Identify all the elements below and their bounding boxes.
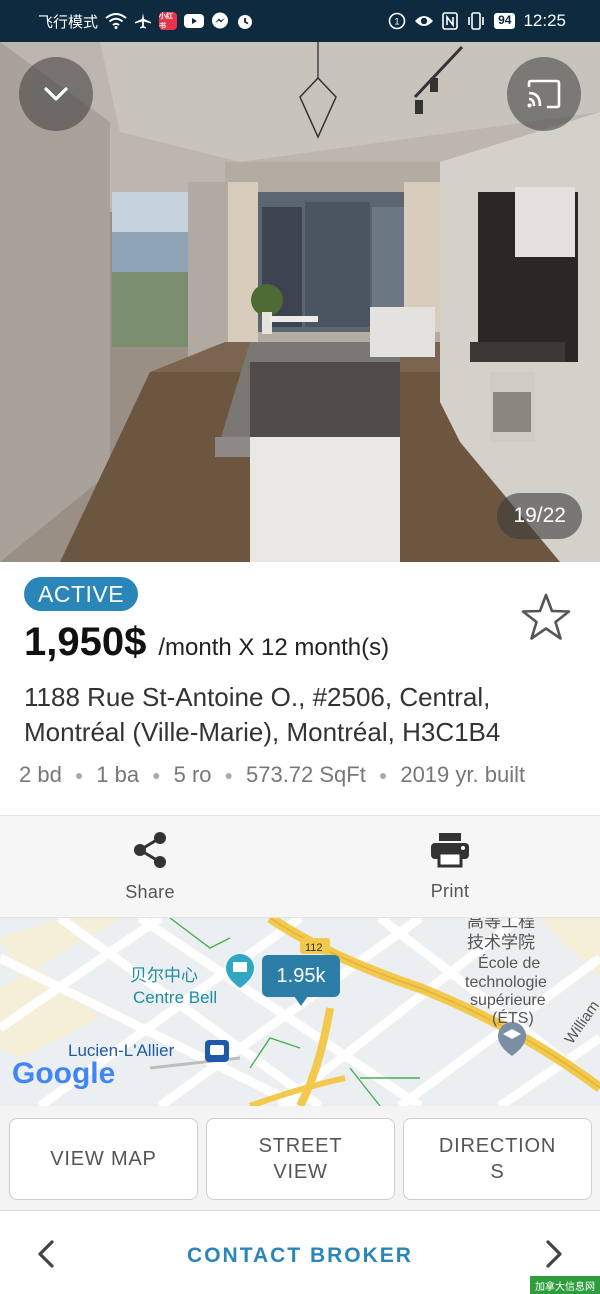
data-saver-icon: 1 bbox=[388, 12, 406, 30]
cast-button[interactable] bbox=[507, 57, 581, 131]
directions-label-1: DIRECTION bbox=[438, 1135, 557, 1157]
separator-dot: ● bbox=[74, 767, 84, 783]
rooms: 5 ro bbox=[173, 762, 212, 787]
bedrooms: 2 bd bbox=[19, 762, 62, 787]
price-row: 1,950$ /month X 12 month(s) bbox=[24, 620, 389, 665]
share-icon bbox=[132, 831, 168, 874]
google-logo: Google bbox=[12, 1057, 116, 1090]
youtube-icon bbox=[184, 13, 205, 29]
view-map-button[interactable]: VIEW MAP bbox=[9, 1118, 198, 1200]
map-label-ets-3: supérieure bbox=[470, 992, 546, 1009]
photo-counter: 19/22 bbox=[497, 493, 582, 539]
print-button[interactable]: Print bbox=[300, 816, 600, 917]
collapse-button[interactable] bbox=[19, 57, 93, 131]
price-term: /month X 12 month(s) bbox=[158, 634, 390, 661]
clock: 12:25 bbox=[523, 11, 566, 30]
star-icon bbox=[520, 593, 572, 646]
price: 1,950$ bbox=[24, 620, 147, 664]
view-map-label: VIEW MAP bbox=[50, 1148, 157, 1170]
action-bar: Share Print bbox=[0, 815, 600, 918]
chevron-right-icon bbox=[544, 1240, 564, 1273]
print-icon bbox=[430, 832, 470, 873]
map-buttons: VIEW MAP STREET VIEW DIRECTION S bbox=[0, 1106, 600, 1210]
separator-dot: ● bbox=[378, 767, 388, 783]
year-built: 2019 yr. built bbox=[400, 762, 526, 787]
nfc-icon bbox=[442, 12, 458, 30]
app-badge-icon: 小红书 bbox=[159, 12, 178, 30]
address-line-2: Montréal (Ville-Marie), Montréal, H3C1B4 bbox=[24, 717, 501, 747]
map-label-ets-cn-1: 高等工程 bbox=[467, 918, 535, 931]
next-listing-button[interactable] bbox=[544, 1239, 564, 1274]
address-line-1: 1188 Rue St-Antoine O., #2506, Central, bbox=[24, 682, 491, 712]
bottom-nav: CONTACT BROKER bbox=[0, 1210, 600, 1294]
messenger-icon bbox=[211, 12, 229, 30]
location-map[interactable]: 112 贝尔中心 Centre Bell Lucien-L'Allier 高等工… bbox=[0, 918, 600, 1106]
favorite-button[interactable] bbox=[520, 592, 572, 647]
separator-dot: ● bbox=[152, 767, 161, 783]
map-label-ets-2: technologie bbox=[465, 974, 547, 991]
area: 573.72 SqFt bbox=[245, 762, 366, 787]
cast-icon bbox=[526, 79, 562, 109]
chevron-down-icon bbox=[42, 85, 70, 103]
eye-icon bbox=[414, 14, 434, 28]
map-label-ets-cn-2: 技术学院 bbox=[467, 933, 535, 952]
svg-text:1: 1 bbox=[395, 17, 400, 27]
street-view-button[interactable]: STREET VIEW bbox=[206, 1118, 395, 1200]
watermark: 加拿大信息网 bbox=[530, 1276, 600, 1294]
apartment-interior-image bbox=[0, 42, 600, 562]
map-label-ets-4: (ÉTS) bbox=[492, 1010, 534, 1027]
separator-dot: ● bbox=[224, 767, 233, 783]
street-view-label-1: STREET bbox=[258, 1135, 343, 1157]
property-facts: 2 bd ● 1 ba ● 5 ro ● 573.72 SqFt ● 2019 … bbox=[19, 762, 600, 788]
street-view-label-2: VIEW bbox=[273, 1161, 328, 1183]
airplane-mode-label: 飞行模式 bbox=[38, 13, 99, 31]
wifi-icon bbox=[105, 13, 127, 29]
status-bar: 飞行模式 小红书 1 94 12:25 bbox=[0, 0, 600, 42]
address: 1188 Rue St-Antoine O., #2506, Central, … bbox=[24, 680, 584, 750]
alarm-icon bbox=[236, 12, 254, 30]
vibrate-icon bbox=[466, 12, 486, 30]
map-label-bell: Centre Bell bbox=[133, 988, 218, 1007]
map-label-ets-1: École de bbox=[478, 955, 541, 972]
listing-photo[interactable]: 19/22 bbox=[0, 42, 600, 562]
battery-icon: 94 bbox=[494, 13, 516, 29]
directions-label-2: S bbox=[490, 1161, 505, 1183]
contact-broker-button[interactable]: CONTACT BROKER bbox=[0, 1244, 600, 1268]
print-label: Print bbox=[430, 880, 470, 901]
map-label-bell-cn: 贝尔中心 bbox=[130, 966, 198, 985]
airplane-icon bbox=[134, 12, 152, 30]
directions-button[interactable]: DIRECTION S bbox=[403, 1118, 592, 1200]
map-price-marker[interactable]: 1.95k bbox=[262, 955, 340, 1006]
share-button[interactable]: Share bbox=[0, 816, 300, 917]
status-badge: ACTIVE bbox=[24, 577, 139, 611]
bathrooms: 1 ba bbox=[96, 762, 140, 787]
share-label: Share bbox=[125, 881, 175, 902]
